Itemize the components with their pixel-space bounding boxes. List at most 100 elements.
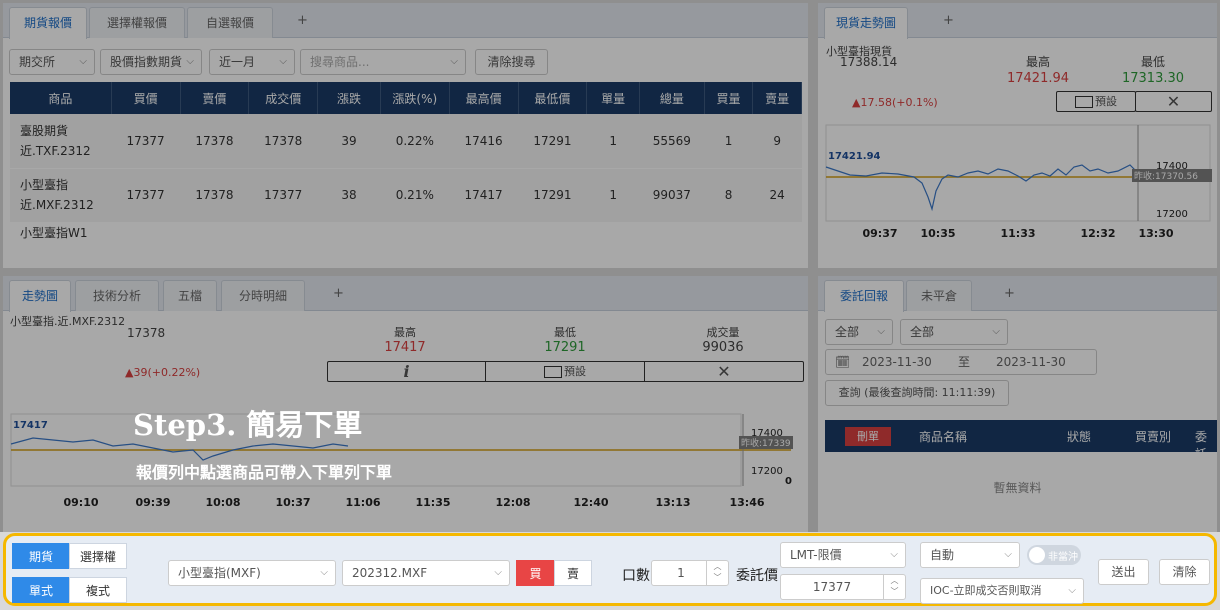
quote-cell: 99037 bbox=[639, 168, 705, 223]
tab-open-position[interactable]: 未平倉 bbox=[906, 280, 972, 311]
quote-cell: 17378 bbox=[180, 168, 249, 223]
col-header[interactable]: 單量 bbox=[586, 82, 640, 114]
quote-row[interactable]: 小型臺指W1 bbox=[10, 222, 802, 249]
tab-spot-chart[interactable]: 現貨走勢圖 bbox=[824, 7, 908, 39]
col-header[interactable]: 成交價 bbox=[248, 82, 319, 114]
tab-watchlist-quote[interactable]: 自選報價 bbox=[187, 7, 273, 38]
futures-toggle[interactable]: 期貨 bbox=[12, 543, 70, 569]
quote-cell: 55569 bbox=[639, 114, 705, 169]
price-type-value: LMT-限價 bbox=[790, 548, 842, 562]
trend-change: ▲39(+0.22%) bbox=[125, 366, 201, 379]
clear-order-button[interactable]: 清除 bbox=[1159, 559, 1210, 585]
trend-high-label: 最高 bbox=[394, 326, 416, 339]
col-header[interactable]: 總量 bbox=[639, 82, 705, 114]
quote-cell: 17377 bbox=[111, 168, 181, 223]
contract-select[interactable]: 202312.MXF ⌵ bbox=[342, 560, 510, 586]
col-order: 委託 bbox=[1195, 430, 1208, 461]
add-tab-icon[interactable]: + bbox=[1004, 286, 1015, 301]
combo-toggle[interactable]: 複式 bbox=[69, 577, 127, 603]
clear-search-button[interactable]: 清除搜尋 bbox=[475, 49, 548, 75]
col-header[interactable]: 買價 bbox=[111, 82, 181, 114]
qty-input[interactable]: 1 ︿ ﹀ bbox=[651, 560, 729, 586]
order-filter-1[interactable]: 全部 ⌵ bbox=[825, 319, 893, 345]
tab-trend[interactable]: 走勢圖 bbox=[9, 280, 71, 312]
auto-select[interactable]: 自動 ⌵ bbox=[920, 542, 1020, 568]
quote-cell bbox=[586, 222, 640, 249]
date-to-label: 至 bbox=[958, 355, 971, 369]
delete-order-button[interactable]: 刪單 bbox=[845, 427, 891, 446]
add-tab-icon[interactable]: + bbox=[333, 286, 344, 301]
quote-row[interactable]: 臺股期貨 近.TXF.2312 17377 17378 17378 39 0.22% 1741… bbox=[10, 114, 802, 169]
trend-high: 17417 bbox=[384, 340, 426, 355]
buy-button[interactable]: 買 bbox=[516, 560, 555, 586]
col-header[interactable]: 賣量 bbox=[752, 82, 802, 114]
col-header[interactable]: 最低價 bbox=[518, 82, 588, 114]
date-to: 2023-11-30 bbox=[996, 355, 1066, 369]
quote-cell: 39 bbox=[317, 114, 381, 169]
trend-low-label: 最低 bbox=[554, 326, 576, 339]
x-tick-label: 10:37 bbox=[275, 496, 310, 509]
trend-close-button[interactable]: ✕ bbox=[644, 361, 804, 382]
add-tab-icon[interactable]: + bbox=[943, 13, 954, 28]
chevron-down-icon: ⌵ bbox=[992, 326, 1000, 337]
col-header[interactable]: 最高價 bbox=[449, 82, 519, 114]
chevron-down-icon: ⌵ bbox=[1068, 585, 1076, 596]
send-button[interactable]: 送出 bbox=[1098, 559, 1149, 585]
spot-price: 17388.14 bbox=[840, 55, 898, 69]
trend-vol: 99036 bbox=[702, 340, 744, 355]
trend-preset-label: 預設 bbox=[564, 365, 586, 378]
trend-price: 17378 bbox=[127, 326, 166, 340]
exchange-select[interactable]: 期交所 ⌵ bbox=[9, 49, 95, 75]
query-button[interactable]: 查詢 (最後查詢時間: 11:11:39) bbox=[825, 380, 1009, 406]
month-select[interactable]: 近一月 ⌵ bbox=[209, 49, 295, 75]
col-header[interactable]: 商品 bbox=[10, 82, 112, 114]
quote-cell bbox=[248, 222, 318, 249]
y-tick-label: 17200 bbox=[751, 466, 783, 477]
spot-close-button[interactable]: ✕ bbox=[1135, 91, 1212, 112]
tab-order-report[interactable]: 委託回報 bbox=[824, 280, 904, 312]
tab-futures-quote[interactable]: 期貨報價 bbox=[9, 7, 87, 39]
daytrade-toggle[interactable]: 非當沖 bbox=[1027, 545, 1081, 565]
col-header[interactable]: 賣價 bbox=[180, 82, 250, 114]
orders-panel: 委託回報 未平倉 + 全部 ⌵ 全部 ⌵ 🗓 2023-11-30 至 2023-11-3… bbox=[818, 276, 1217, 532]
add-tab-icon[interactable]: + bbox=[297, 13, 308, 28]
price-type-select[interactable]: LMT-限價 ⌵ bbox=[780, 542, 906, 568]
quote-table: 商品 買價 賣價 成交價 漲跌 漲跌(%) 最高價 最低價 單量 總量 買量 賣量 臺股期貨 近.TXF… bbox=[10, 82, 802, 249]
info-button[interactable]: i bbox=[327, 361, 486, 382]
sell-button[interactable]: 賣 bbox=[554, 560, 592, 586]
col-header[interactable]: 漲跌 bbox=[317, 82, 381, 114]
single-toggle[interactable]: 單式 bbox=[12, 577, 70, 603]
chevron-down-icon: ⌵ bbox=[890, 549, 898, 560]
col-header[interactable]: 買量 bbox=[704, 82, 754, 114]
x-tick-label: 12:32 bbox=[1080, 227, 1115, 240]
tab-tech-analysis[interactable]: 技術分析 bbox=[75, 280, 159, 311]
tab-five-level[interactable]: 五檔 bbox=[163, 280, 217, 311]
spot-preset-label: 預設 bbox=[1095, 95, 1117, 108]
qty-value: 1 bbox=[677, 566, 685, 580]
category-select[interactable]: 股價指數期貨 ⌵ bbox=[100, 49, 202, 75]
spot-preset-button[interactable]: 預設 bbox=[1056, 91, 1136, 112]
order-filter-2[interactable]: 全部 ⌵ bbox=[900, 319, 1008, 345]
daytrade-toggle-label: 非當沖 bbox=[1048, 552, 1078, 563]
tab-options-quote[interactable]: 選擇權報價 bbox=[89, 7, 185, 38]
search-input[interactable]: 搜尋商品... ⌵ bbox=[300, 49, 466, 75]
quote-cell: 9 bbox=[752, 114, 802, 169]
quote-cell: 1 bbox=[586, 114, 640, 169]
options-toggle[interactable]: 選擇權 bbox=[69, 543, 127, 569]
col-header[interactable]: 漲跌(%) bbox=[380, 82, 450, 114]
month-select-value: 近一月 bbox=[219, 55, 256, 69]
product-select[interactable]: 小型臺指(MXF) ⌵ bbox=[168, 560, 336, 586]
exchange-select-value: 期交所 bbox=[19, 55, 56, 69]
tab-tick-detail[interactable]: 分時明細 bbox=[221, 280, 305, 311]
qty-label: 口數 bbox=[622, 568, 650, 584]
quote-row[interactable]: 小型臺指 近.MXF.2312 17377 17378 17377 38 0.21% 1741… bbox=[10, 168, 802, 223]
spot-low-label: 最低 bbox=[1140, 55, 1165, 69]
trend-preset-button[interactable]: 預設 bbox=[485, 361, 645, 382]
date-range-input[interactable]: 🗓 2023-11-30 至 2023-11-30 bbox=[825, 349, 1097, 375]
step-title: Step3. 簡易下單 bbox=[133, 408, 363, 442]
tif-select[interactable]: IOC-立即成交否則取消 ⌵ bbox=[920, 578, 1084, 604]
price-input[interactable]: 17377 ︿ ﹀ bbox=[780, 574, 906, 600]
stepper-icon[interactable]: ︿ ﹀ bbox=[706, 561, 728, 585]
volume-zero-label: 0 bbox=[785, 476, 792, 487]
stepper-icon[interactable]: ︿ ﹀ bbox=[883, 575, 905, 599]
